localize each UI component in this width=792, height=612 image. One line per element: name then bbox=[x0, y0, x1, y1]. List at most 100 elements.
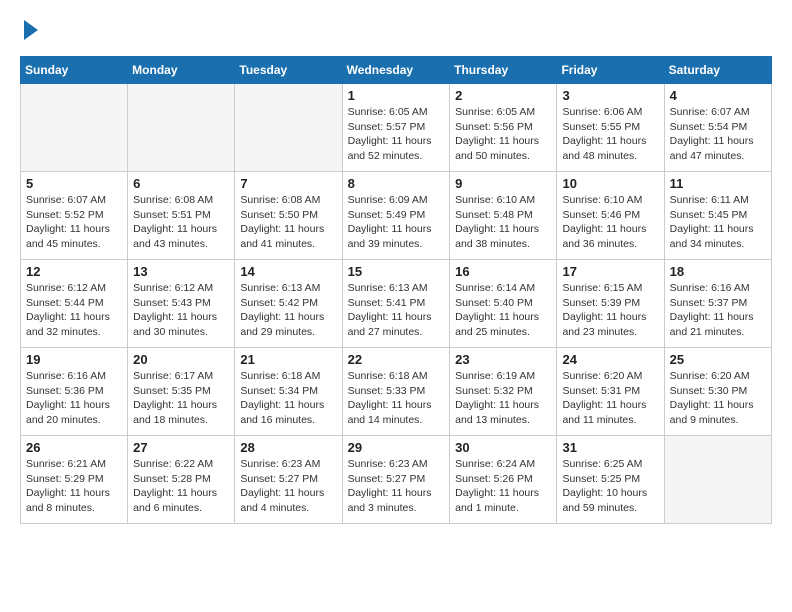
day-info: Sunrise: 6:08 AMSunset: 5:51 PMDaylight:… bbox=[133, 193, 229, 252]
logo bbox=[20, 20, 38, 40]
day-number: 4 bbox=[670, 88, 766, 103]
page-header bbox=[20, 20, 772, 40]
day-cell-4: 4 Sunrise: 6:07 AMSunset: 5:54 PMDayligh… bbox=[664, 84, 771, 172]
day-info: Sunrise: 6:09 AMSunset: 5:49 PMDaylight:… bbox=[348, 193, 445, 252]
week-row-3: 12 Sunrise: 6:12 AMSunset: 5:44 PMDaylig… bbox=[21, 260, 772, 348]
day-number: 29 bbox=[348, 440, 445, 455]
day-number: 5 bbox=[26, 176, 122, 191]
day-info: Sunrise: 6:18 AMSunset: 5:34 PMDaylight:… bbox=[240, 369, 336, 428]
empty-cell bbox=[21, 84, 128, 172]
day-cell-22: 22 Sunrise: 6:18 AMSunset: 5:33 PMDaylig… bbox=[342, 348, 450, 436]
day-info: Sunrise: 6:13 AMSunset: 5:41 PMDaylight:… bbox=[348, 281, 445, 340]
day-number: 20 bbox=[133, 352, 229, 367]
day-number: 16 bbox=[455, 264, 551, 279]
day-header-wednesday: Wednesday bbox=[342, 57, 450, 84]
day-cell-5: 5 Sunrise: 6:07 AMSunset: 5:52 PMDayligh… bbox=[21, 172, 128, 260]
day-info: Sunrise: 6:14 AMSunset: 5:40 PMDaylight:… bbox=[455, 281, 551, 340]
day-info: Sunrise: 6:23 AMSunset: 5:27 PMDaylight:… bbox=[240, 457, 336, 516]
day-number: 9 bbox=[455, 176, 551, 191]
day-cell-13: 13 Sunrise: 6:12 AMSunset: 5:43 PMDaylig… bbox=[128, 260, 235, 348]
day-cell-21: 21 Sunrise: 6:18 AMSunset: 5:34 PMDaylig… bbox=[235, 348, 342, 436]
day-info: Sunrise: 6:07 AMSunset: 5:54 PMDaylight:… bbox=[670, 105, 766, 164]
week-row-2: 5 Sunrise: 6:07 AMSunset: 5:52 PMDayligh… bbox=[21, 172, 772, 260]
day-number: 7 bbox=[240, 176, 336, 191]
day-cell-7: 7 Sunrise: 6:08 AMSunset: 5:50 PMDayligh… bbox=[235, 172, 342, 260]
day-info: Sunrise: 6:20 AMSunset: 5:31 PMDaylight:… bbox=[562, 369, 658, 428]
day-info: Sunrise: 6:21 AMSunset: 5:29 PMDaylight:… bbox=[26, 457, 122, 516]
day-number: 1 bbox=[348, 88, 445, 103]
day-cell-15: 15 Sunrise: 6:13 AMSunset: 5:41 PMDaylig… bbox=[342, 260, 450, 348]
empty-cell bbox=[128, 84, 235, 172]
day-number: 8 bbox=[348, 176, 445, 191]
day-info: Sunrise: 6:15 AMSunset: 5:39 PMDaylight:… bbox=[562, 281, 658, 340]
day-cell-6: 6 Sunrise: 6:08 AMSunset: 5:51 PMDayligh… bbox=[128, 172, 235, 260]
day-number: 23 bbox=[455, 352, 551, 367]
day-info: Sunrise: 6:13 AMSunset: 5:42 PMDaylight:… bbox=[240, 281, 336, 340]
day-cell-11: 11 Sunrise: 6:11 AMSunset: 5:45 PMDaylig… bbox=[664, 172, 771, 260]
day-info: Sunrise: 6:05 AMSunset: 5:56 PMDaylight:… bbox=[455, 105, 551, 164]
day-header-saturday: Saturday bbox=[664, 57, 771, 84]
day-cell-28: 28 Sunrise: 6:23 AMSunset: 5:27 PMDaylig… bbox=[235, 436, 342, 524]
day-number: 11 bbox=[670, 176, 766, 191]
day-number: 15 bbox=[348, 264, 445, 279]
day-cell-27: 27 Sunrise: 6:22 AMSunset: 5:28 PMDaylig… bbox=[128, 436, 235, 524]
week-row-5: 26 Sunrise: 6:21 AMSunset: 5:29 PMDaylig… bbox=[21, 436, 772, 524]
day-number: 26 bbox=[26, 440, 122, 455]
day-number: 6 bbox=[133, 176, 229, 191]
day-header-tuesday: Tuesday bbox=[235, 57, 342, 84]
day-number: 31 bbox=[562, 440, 658, 455]
day-number: 17 bbox=[562, 264, 658, 279]
empty-cell bbox=[235, 84, 342, 172]
calendar-header-row: SundayMondayTuesdayWednesdayThursdayFrid… bbox=[21, 57, 772, 84]
day-info: Sunrise: 6:19 AMSunset: 5:32 PMDaylight:… bbox=[455, 369, 551, 428]
day-cell-2: 2 Sunrise: 6:05 AMSunset: 5:56 PMDayligh… bbox=[450, 84, 557, 172]
day-number: 18 bbox=[670, 264, 766, 279]
day-header-thursday: Thursday bbox=[450, 57, 557, 84]
day-number: 24 bbox=[562, 352, 658, 367]
day-cell-30: 30 Sunrise: 6:24 AMSunset: 5:26 PMDaylig… bbox=[450, 436, 557, 524]
day-info: Sunrise: 6:20 AMSunset: 5:30 PMDaylight:… bbox=[670, 369, 766, 428]
day-number: 3 bbox=[562, 88, 658, 103]
day-number: 12 bbox=[26, 264, 122, 279]
day-cell-12: 12 Sunrise: 6:12 AMSunset: 5:44 PMDaylig… bbox=[21, 260, 128, 348]
day-header-monday: Monday bbox=[128, 57, 235, 84]
day-info: Sunrise: 6:06 AMSunset: 5:55 PMDaylight:… bbox=[562, 105, 658, 164]
day-info: Sunrise: 6:10 AMSunset: 5:46 PMDaylight:… bbox=[562, 193, 658, 252]
day-info: Sunrise: 6:24 AMSunset: 5:26 PMDaylight:… bbox=[455, 457, 551, 516]
calendar-table: SundayMondayTuesdayWednesdayThursdayFrid… bbox=[20, 56, 772, 524]
day-cell-20: 20 Sunrise: 6:17 AMSunset: 5:35 PMDaylig… bbox=[128, 348, 235, 436]
day-cell-29: 29 Sunrise: 6:23 AMSunset: 5:27 PMDaylig… bbox=[342, 436, 450, 524]
day-number: 22 bbox=[348, 352, 445, 367]
day-cell-10: 10 Sunrise: 6:10 AMSunset: 5:46 PMDaylig… bbox=[557, 172, 664, 260]
day-info: Sunrise: 6:12 AMSunset: 5:44 PMDaylight:… bbox=[26, 281, 122, 340]
day-number: 14 bbox=[240, 264, 336, 279]
day-number: 2 bbox=[455, 88, 551, 103]
day-cell-26: 26 Sunrise: 6:21 AMSunset: 5:29 PMDaylig… bbox=[21, 436, 128, 524]
day-cell-19: 19 Sunrise: 6:16 AMSunset: 5:36 PMDaylig… bbox=[21, 348, 128, 436]
day-number: 21 bbox=[240, 352, 336, 367]
day-info: Sunrise: 6:18 AMSunset: 5:33 PMDaylight:… bbox=[348, 369, 445, 428]
day-cell-31: 31 Sunrise: 6:25 AMSunset: 5:25 PMDaylig… bbox=[557, 436, 664, 524]
day-number: 28 bbox=[240, 440, 336, 455]
day-info: Sunrise: 6:25 AMSunset: 5:25 PMDaylight:… bbox=[562, 457, 658, 516]
day-number: 27 bbox=[133, 440, 229, 455]
day-info: Sunrise: 6:16 AMSunset: 5:36 PMDaylight:… bbox=[26, 369, 122, 428]
day-info: Sunrise: 6:08 AMSunset: 5:50 PMDaylight:… bbox=[240, 193, 336, 252]
day-cell-3: 3 Sunrise: 6:06 AMSunset: 5:55 PMDayligh… bbox=[557, 84, 664, 172]
day-header-sunday: Sunday bbox=[21, 57, 128, 84]
logo-arrow-icon bbox=[24, 20, 38, 40]
day-number: 13 bbox=[133, 264, 229, 279]
day-cell-16: 16 Sunrise: 6:14 AMSunset: 5:40 PMDaylig… bbox=[450, 260, 557, 348]
week-row-1: 1 Sunrise: 6:05 AMSunset: 5:57 PMDayligh… bbox=[21, 84, 772, 172]
day-cell-8: 8 Sunrise: 6:09 AMSunset: 5:49 PMDayligh… bbox=[342, 172, 450, 260]
day-cell-9: 9 Sunrise: 6:10 AMSunset: 5:48 PMDayligh… bbox=[450, 172, 557, 260]
day-info: Sunrise: 6:22 AMSunset: 5:28 PMDaylight:… bbox=[133, 457, 229, 516]
day-cell-14: 14 Sunrise: 6:13 AMSunset: 5:42 PMDaylig… bbox=[235, 260, 342, 348]
empty-cell bbox=[664, 436, 771, 524]
day-info: Sunrise: 6:10 AMSunset: 5:48 PMDaylight:… bbox=[455, 193, 551, 252]
day-header-friday: Friday bbox=[557, 57, 664, 84]
day-cell-25: 25 Sunrise: 6:20 AMSunset: 5:30 PMDaylig… bbox=[664, 348, 771, 436]
day-info: Sunrise: 6:11 AMSunset: 5:45 PMDaylight:… bbox=[670, 193, 766, 252]
day-number: 19 bbox=[26, 352, 122, 367]
day-cell-24: 24 Sunrise: 6:20 AMSunset: 5:31 PMDaylig… bbox=[557, 348, 664, 436]
